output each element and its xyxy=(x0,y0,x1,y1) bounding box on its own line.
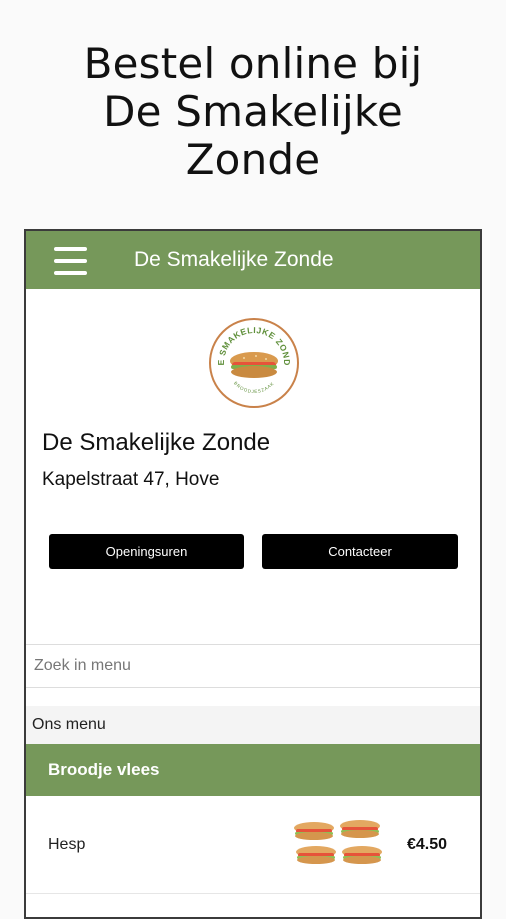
menu-caption: Ons menu xyxy=(26,706,480,744)
sandwich-image xyxy=(292,816,388,870)
app-title: De Smakelijke Zonde xyxy=(134,248,334,271)
menu-item-price: €4.50 xyxy=(407,836,448,853)
promo-heading-line: Bestel online bij xyxy=(83,39,423,88)
app-screen: De Smakelijke Zonde DE SMAKELIJKE ZONDE … xyxy=(24,229,482,919)
promo-heading: Bestel online bij De Smakelijke Zonde xyxy=(0,40,506,184)
promo-heading-line: Zonde xyxy=(185,135,321,184)
menu-item-name: Hesp xyxy=(48,836,86,853)
category-label: Broodje vlees xyxy=(48,760,160,779)
opening-hours-button[interactable]: Openingsuren xyxy=(49,534,244,569)
search-row xyxy=(26,644,480,688)
shop-address: Kapelstraat 47, Hove xyxy=(42,469,220,490)
hamburger-menu-icon[interactable] xyxy=(54,247,87,275)
search-input[interactable] xyxy=(26,645,480,687)
shop-name: De Smakelijke Zonde xyxy=(42,429,271,456)
menu-item[interactable]: Hesp €4.50 xyxy=(26,796,480,894)
promo-heading-line: De Smakelijke xyxy=(103,87,403,136)
shop-logo: DE SMAKELIJKE ZONDE BROODJESZAAK xyxy=(205,309,300,409)
category-header[interactable]: Broodje vlees xyxy=(26,744,480,796)
contact-button[interactable]: Contacteer xyxy=(262,534,458,569)
app-bar: De Smakelijke Zonde xyxy=(26,231,480,289)
